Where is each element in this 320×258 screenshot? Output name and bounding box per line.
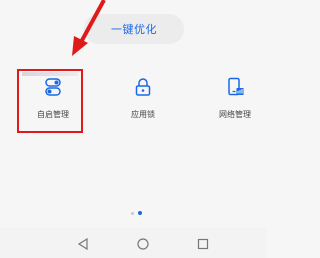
tile-label: 应用锁 [131, 110, 155, 119]
padlock-icon [135, 78, 151, 96]
phone-network-icon [228, 77, 244, 96]
tile-network-management[interactable]: 网络管理 [200, 62, 270, 130]
tile-app-lock[interactable]: 应用锁 [108, 62, 178, 130]
page-dot-active [138, 211, 142, 215]
top-area: 一键优化 [0, 0, 267, 60]
page-dot [131, 211, 134, 215]
home-icon[interactable] [136, 237, 150, 251]
back-icon[interactable] [76, 237, 90, 251]
recents-icon[interactable] [196, 237, 210, 251]
tile-label: 网络管理 [219, 110, 251, 119]
red-arrow-icon [72, 0, 106, 56]
page-indicator [131, 210, 147, 216]
navigation-bar [0, 228, 267, 258]
highlight-box [17, 69, 83, 133]
